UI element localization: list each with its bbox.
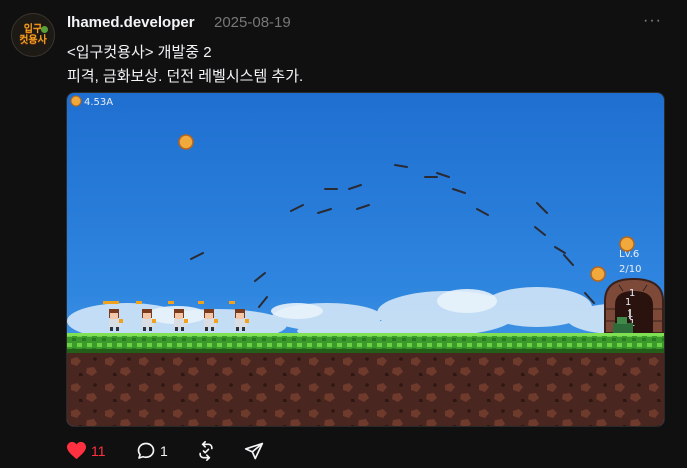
avatar-text-top: 입구 <box>23 24 43 35</box>
more-options-button[interactable]: ··· <box>643 12 662 30</box>
comment-icon <box>137 442 155 459</box>
share-button[interactable] <box>244 441 264 461</box>
repost-button[interactable] <box>196 441 216 461</box>
gold-value: 4.53A <box>84 97 113 108</box>
like-button[interactable]: 11 <box>66 441 106 460</box>
username[interactable]: lhamed.developer <box>67 14 195 31</box>
post-date[interactable]: 2025-08-19 <box>214 14 291 31</box>
heart-icon <box>67 441 86 460</box>
reply-button[interactable]: 1 <box>136 441 168 461</box>
gold-hud: 4.53A <box>70 95 113 108</box>
post-body: 피격, 금화보상. 던전 레벨시스템 추가. <box>67 68 304 85</box>
like-count: 11 <box>91 442 106 459</box>
avatar-text-bottom: 컷용사 <box>19 35 47 46</box>
share-icon <box>244 442 264 460</box>
avatar-blob-icon <box>41 26 48 33</box>
post-avatar[interactable]: 입구 컷용사 <box>11 13 55 57</box>
coin-icon <box>70 95 82 107</box>
repost-icon <box>199 441 213 461</box>
boss-level: Lv.6 <box>619 249 639 260</box>
reply-count: 1 <box>160 443 168 459</box>
ground-dirt <box>67 353 664 426</box>
hit-number: 1 <box>625 297 631 308</box>
boss-hp: 2/10 <box>619 264 641 275</box>
post-media[interactable]: 4.53A Lv.6 2/10 1 1 <box>66 92 665 427</box>
post-title: <입구컷용사> 개발중 2 <box>67 44 212 61</box>
